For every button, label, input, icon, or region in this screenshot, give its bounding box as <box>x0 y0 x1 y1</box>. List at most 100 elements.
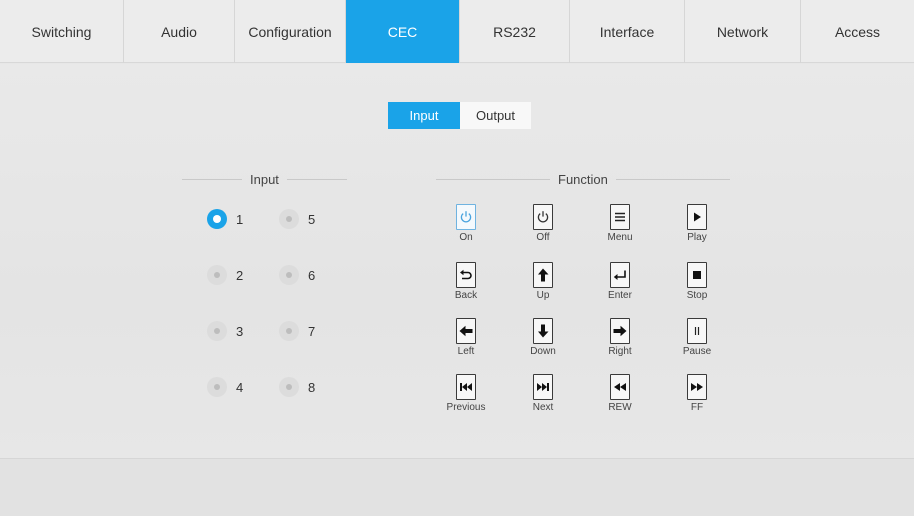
next-button[interactable] <box>533 374 553 400</box>
fn-label: Off <box>536 232 550 243</box>
fn-next: Next <box>518 374 568 413</box>
input-radio-label: 4 <box>236 379 244 395</box>
fn-ff: FF <box>672 374 722 413</box>
input-mode-button[interactable]: Input <box>388 102 460 129</box>
radio-icon[interactable] <box>279 265 299 285</box>
previous-button[interactable] <box>456 374 476 400</box>
radio-icon[interactable] <box>279 321 299 341</box>
tab-configuration[interactable]: Configuration <box>235 0 346 63</box>
power-icon <box>460 211 472 223</box>
top-nav: Switching Audio Configuration CEC RS232 … <box>0 0 914 63</box>
fn-enter: Enter <box>595 262 645 301</box>
divider <box>182 179 242 180</box>
input-radio-label: 3 <box>236 323 244 339</box>
input-radio-label: 2 <box>236 267 244 283</box>
fn-label: Right <box>608 346 632 357</box>
fn-label: Left <box>457 346 475 357</box>
tab-audio[interactable]: Audio <box>124 0 235 63</box>
tab-switching[interactable]: Switching <box>0 0 124 63</box>
fn-pause: Pause <box>672 318 722 357</box>
fn-label: Stop <box>686 290 708 301</box>
radio-icon[interactable] <box>279 209 299 229</box>
up-button[interactable] <box>533 262 553 288</box>
radio-checked-icon[interactable] <box>207 209 227 229</box>
fn-label: Down <box>530 346 556 357</box>
input-radio-3[interactable]: 3 <box>207 321 243 341</box>
left-button[interactable] <box>456 318 476 344</box>
rew-button[interactable] <box>610 374 630 400</box>
on-button[interactable] <box>456 204 476 230</box>
fn-right: Right <box>595 318 645 357</box>
divider <box>615 179 730 180</box>
pause-button[interactable] <box>687 318 707 344</box>
input-section-title: Input <box>250 172 279 187</box>
fn-label: FF <box>690 402 704 413</box>
input-radio-label: 7 <box>308 323 316 339</box>
function-section-title: Function <box>558 172 608 187</box>
fn-up: Up <box>518 262 568 301</box>
divider <box>436 179 550 180</box>
off-button[interactable] <box>533 204 553 230</box>
tab-network[interactable]: Network <box>685 0 801 63</box>
fn-play: Play <box>672 204 722 243</box>
input-radio-label: 5 <box>308 211 316 227</box>
stop-icon <box>693 271 701 279</box>
input-radio-label: 8 <box>308 379 316 395</box>
input-radio-1[interactable]: 1 <box>207 209 243 229</box>
menu-button[interactable] <box>610 204 630 230</box>
fn-label: On <box>459 232 473 243</box>
back-button[interactable] <box>456 262 476 288</box>
input-section-header: Input <box>182 172 347 187</box>
input-radio-label: 6 <box>308 267 316 283</box>
input-radio-2[interactable]: 2 <box>207 265 243 285</box>
input-radio-7[interactable]: 7 <box>279 321 315 341</box>
arrow-right-icon <box>613 325 627 337</box>
menu-icon <box>615 212 625 222</box>
footer-bar <box>0 458 914 516</box>
skip-next-icon <box>537 383 549 391</box>
ff-button[interactable] <box>687 374 707 400</box>
down-button[interactable] <box>533 318 553 344</box>
play-button[interactable] <box>687 204 707 230</box>
right-button[interactable] <box>610 318 630 344</box>
input-radio-4[interactable]: 4 <box>207 377 243 397</box>
fn-label: Pause <box>682 346 712 357</box>
stop-button[interactable] <box>687 262 707 288</box>
enter-button[interactable] <box>610 262 630 288</box>
play-icon <box>694 212 701 222</box>
fn-back: Back <box>441 262 491 301</box>
divider <box>286 179 347 180</box>
rewind-icon <box>614 383 626 391</box>
fn-rew: REW <box>595 374 645 413</box>
fn-down: Down <box>518 318 568 357</box>
radio-icon[interactable] <box>279 377 299 397</box>
radio-icon[interactable] <box>207 265 227 285</box>
fn-off: Off <box>518 204 568 243</box>
fn-label: Previous <box>446 402 486 413</box>
fn-label: Back <box>454 290 478 301</box>
input-radio-5[interactable]: 5 <box>279 209 315 229</box>
input-radio-6[interactable]: 6 <box>279 265 315 285</box>
radio-icon[interactable] <box>207 377 227 397</box>
fn-on: On <box>441 204 491 243</box>
arrow-down-icon <box>538 324 549 338</box>
tab-interface[interactable]: Interface <box>570 0 685 63</box>
arrow-left-icon <box>459 325 473 337</box>
tab-cec[interactable]: CEC <box>346 0 460 63</box>
fn-label: Up <box>536 290 550 301</box>
radio-icon[interactable] <box>207 321 227 341</box>
tab-access[interactable]: Access <box>801 0 914 63</box>
fn-label: Enter <box>608 290 632 301</box>
fn-menu: Menu <box>595 204 645 243</box>
mode-toggle: Input Output <box>388 102 531 129</box>
output-mode-button[interactable]: Output <box>460 102 531 129</box>
function-section-header: Function <box>436 172 730 187</box>
fn-label: Next <box>532 402 554 413</box>
power-icon <box>537 211 549 223</box>
input-radio-label: 1 <box>236 211 244 227</box>
fn-stop: Stop <box>672 262 722 301</box>
fast-forward-icon <box>691 383 703 391</box>
back-arrow-icon <box>460 269 472 280</box>
input-radio-8[interactable]: 8 <box>279 377 315 397</box>
tab-rs232[interactable]: RS232 <box>460 0 570 63</box>
